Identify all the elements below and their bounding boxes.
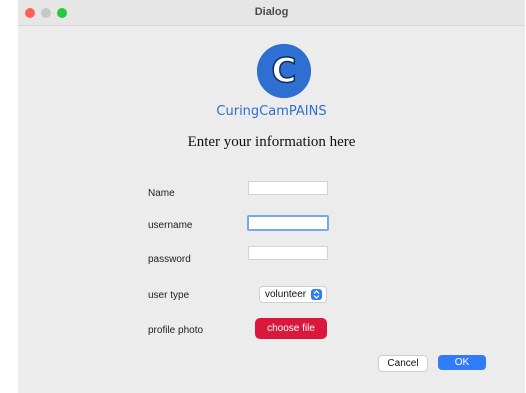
user-type-value: volunteer: [265, 289, 307, 300]
chevron-updown-icon: [311, 289, 323, 300]
logo-letter: C: [272, 51, 297, 91]
password-label: password: [148, 254, 191, 265]
name-label: Name: [148, 188, 175, 199]
username-label: username: [148, 220, 193, 231]
logo-text: CuringCamPAINS: [216, 104, 327, 119]
profile-photo-label: profile photo: [148, 325, 204, 336]
password-input[interactable]: [248, 246, 328, 260]
window-title: Dialog: [254, 6, 289, 18]
choose-file-button[interactable]: choose file: [255, 318, 327, 339]
logo-icon: C: [257, 44, 311, 98]
dialog-window: Dialog C CuringCamPAINS Enter your infor…: [18, 0, 525, 393]
cancel-button[interactable]: Cancel: [378, 355, 428, 372]
title-bar: Dialog: [18, 0, 525, 26]
user-type-label: user type: [148, 290, 190, 301]
page-heading: Enter your information here: [187, 134, 356, 150]
name-input[interactable]: [248, 181, 328, 195]
username-input[interactable]: [247, 215, 329, 231]
user-type-select[interactable]: volunteer: [259, 286, 328, 303]
ok-button[interactable]: OK: [438, 355, 486, 370]
